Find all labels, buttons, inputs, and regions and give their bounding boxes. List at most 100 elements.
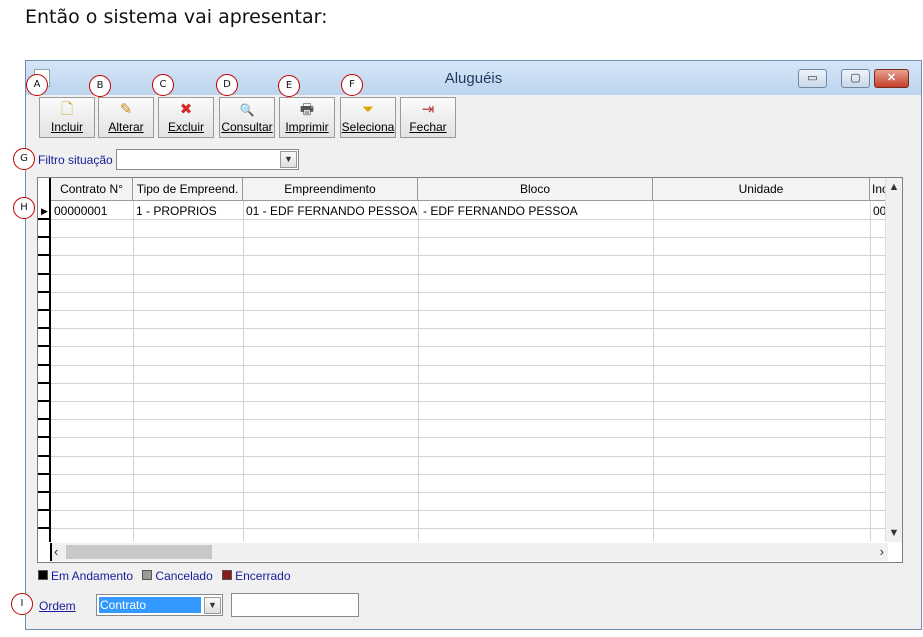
search-icon: 🔍 bbox=[239, 103, 255, 117]
grid-column-line bbox=[418, 201, 419, 541]
delete-x-icon: ✖ bbox=[179, 101, 193, 118]
grid-row-line bbox=[38, 346, 890, 347]
edit-icon: ✎ bbox=[119, 101, 133, 118]
column-header-unit[interactable]: Unidade bbox=[653, 178, 870, 200]
grid-row-line bbox=[38, 510, 890, 511]
order-search-input[interactable] bbox=[231, 593, 359, 617]
filter-status-label: Filtro situação bbox=[38, 153, 113, 167]
query-button[interactable]: 🔍 Consultar bbox=[219, 97, 275, 138]
row-indicator-tick bbox=[38, 291, 51, 293]
horizontal-scrollbar[interactable]: ‹ › bbox=[52, 543, 888, 561]
row-indicator-tick bbox=[38, 309, 51, 311]
include-button[interactable]: 🗋 Incluir bbox=[39, 97, 95, 138]
grid-column-line bbox=[870, 201, 871, 541]
row-indicator-tick bbox=[38, 436, 51, 438]
grid-row-line bbox=[38, 310, 890, 311]
vertical-scrollbar[interactable]: ▲ ▼ bbox=[885, 178, 902, 542]
order-label: Ordem bbox=[39, 599, 76, 613]
row-indicator-tick bbox=[38, 455, 51, 457]
grid-row-line bbox=[38, 474, 890, 475]
grid-column-line bbox=[133, 201, 134, 541]
row-indicator-tick bbox=[38, 473, 51, 475]
row-indicator-tick bbox=[38, 218, 51, 220]
legend-swatch-in-progress bbox=[38, 570, 48, 580]
delete-label: Excluir bbox=[167, 120, 204, 134]
cell-development[interactable]: 01 - EDF FERNANDO PESSOA bbox=[246, 203, 417, 219]
chevron-down-icon[interactable]: ▼ bbox=[204, 597, 221, 614]
cell-development-type[interactable]: 1 - PROPRIOS bbox=[136, 203, 242, 219]
row-indicator-tick bbox=[38, 345, 51, 347]
rentals-window: Aluguéis ▭ ▢ ✕ 🗋 Incluir ✎ Alterar ✖ Exc… bbox=[25, 60, 922, 630]
row-indicator-tick bbox=[38, 382, 51, 384]
column-header-development[interactable]: Empreendimento bbox=[243, 178, 418, 200]
marker-c: C bbox=[152, 74, 174, 96]
legend-in-progress: Em Andamento bbox=[38, 569, 133, 583]
row-indicator-tick bbox=[38, 400, 51, 402]
legend-swatch-cancelled bbox=[142, 570, 153, 580]
edit-label: Alterar bbox=[108, 120, 144, 134]
row-indicator-tick bbox=[38, 236, 51, 238]
page-caption: Então o sistema vai apresentar: bbox=[25, 6, 328, 28]
exit-door-icon: ⇥ bbox=[421, 101, 435, 118]
marker-a: A bbox=[26, 74, 48, 96]
rentals-grid[interactable]: Contrato N° Tipo de Empreend. Empreendim… bbox=[37, 177, 903, 563]
column-header-contract[interactable]: Contrato N° bbox=[51, 178, 133, 200]
row-indicator-tick bbox=[38, 273, 51, 275]
grid-row-line bbox=[38, 528, 890, 529]
grid-row-line bbox=[38, 437, 890, 438]
order-select-value: Contrato bbox=[99, 597, 201, 613]
grid-row-line bbox=[38, 401, 890, 402]
new-doc-icon: 🗋 bbox=[60, 101, 74, 118]
column-header-block[interactable]: Bloco bbox=[418, 178, 653, 200]
legend-label-in-progress: Em Andamento bbox=[51, 569, 134, 583]
minimize-button[interactable]: ▭ bbox=[798, 69, 827, 88]
close-form-button[interactable]: ⇥ Fechar bbox=[400, 97, 456, 138]
print-button[interactable]: 🖶 Imprimir bbox=[279, 97, 335, 138]
filter-status-select[interactable]: ▼ bbox=[116, 149, 299, 170]
grid-row-line bbox=[38, 456, 890, 457]
grid-column-line bbox=[653, 201, 654, 541]
scroll-right-icon[interactable]: › bbox=[880, 544, 884, 559]
delete-button[interactable]: ✖ Excluir bbox=[158, 97, 214, 138]
grid-header: Contrato N° Tipo de Empreend. Empreendim… bbox=[38, 178, 902, 201]
include-label: Incluir bbox=[50, 120, 83, 134]
column-header-development-type[interactable]: Tipo de Empreend. bbox=[133, 178, 243, 200]
marker-b: B bbox=[89, 75, 111, 97]
grid-row-line bbox=[38, 274, 890, 275]
row-indicator-tick bbox=[38, 254, 51, 256]
order-select[interactable]: Contrato ▼ bbox=[96, 594, 223, 616]
grid-row-line bbox=[38, 419, 890, 420]
current-row-arrow-icon: ▶ bbox=[41, 206, 48, 216]
legend-closed: Encerrado bbox=[222, 569, 291, 583]
marker-e: E bbox=[278, 75, 300, 97]
row-indicator-tick bbox=[38, 527, 51, 529]
status-legend: Em Andamento Cancelado Encerrado bbox=[38, 569, 297, 583]
marker-d: D bbox=[216, 74, 238, 96]
select-button[interactable]: ⏷ Seleciona bbox=[340, 97, 396, 138]
grid-row-line bbox=[38, 365, 890, 366]
grid-row-line bbox=[38, 237, 890, 238]
grid-row-line bbox=[38, 292, 890, 293]
scroll-down-icon[interactable]: ▼ bbox=[886, 527, 902, 539]
cell-block[interactable]: - EDF FERNANDO PESSOA bbox=[423, 203, 652, 219]
printer-icon: 🖶 bbox=[299, 101, 315, 118]
grid-row-line bbox=[38, 255, 890, 256]
row-indicator-column bbox=[38, 178, 51, 542]
hscroll-corner bbox=[38, 543, 52, 561]
grid-column-line bbox=[243, 201, 244, 541]
scroll-up-icon[interactable]: ▲ bbox=[886, 181, 902, 193]
edit-button[interactable]: ✎ Alterar bbox=[98, 97, 154, 138]
horizontal-scroll-thumb[interactable] bbox=[66, 545, 212, 559]
scroll-left-icon[interactable]: ‹ bbox=[54, 544, 58, 559]
legend-swatch-closed bbox=[222, 570, 233, 580]
row-indicator-tick bbox=[38, 364, 51, 366]
row-indicator-tick bbox=[38, 509, 51, 511]
legend-label-cancelled: Cancelado bbox=[155, 569, 213, 583]
maximize-button[interactable]: ▢ bbox=[841, 69, 870, 88]
cell-contract[interactable]: 00000001 bbox=[54, 203, 132, 219]
chevron-down-icon[interactable]: ▼ bbox=[280, 151, 297, 168]
close-button[interactable]: ✕ bbox=[874, 69, 909, 88]
print-label: Imprimir bbox=[285, 120, 329, 134]
query-label: Consultar bbox=[221, 120, 273, 134]
marker-i: I bbox=[11, 593, 33, 615]
